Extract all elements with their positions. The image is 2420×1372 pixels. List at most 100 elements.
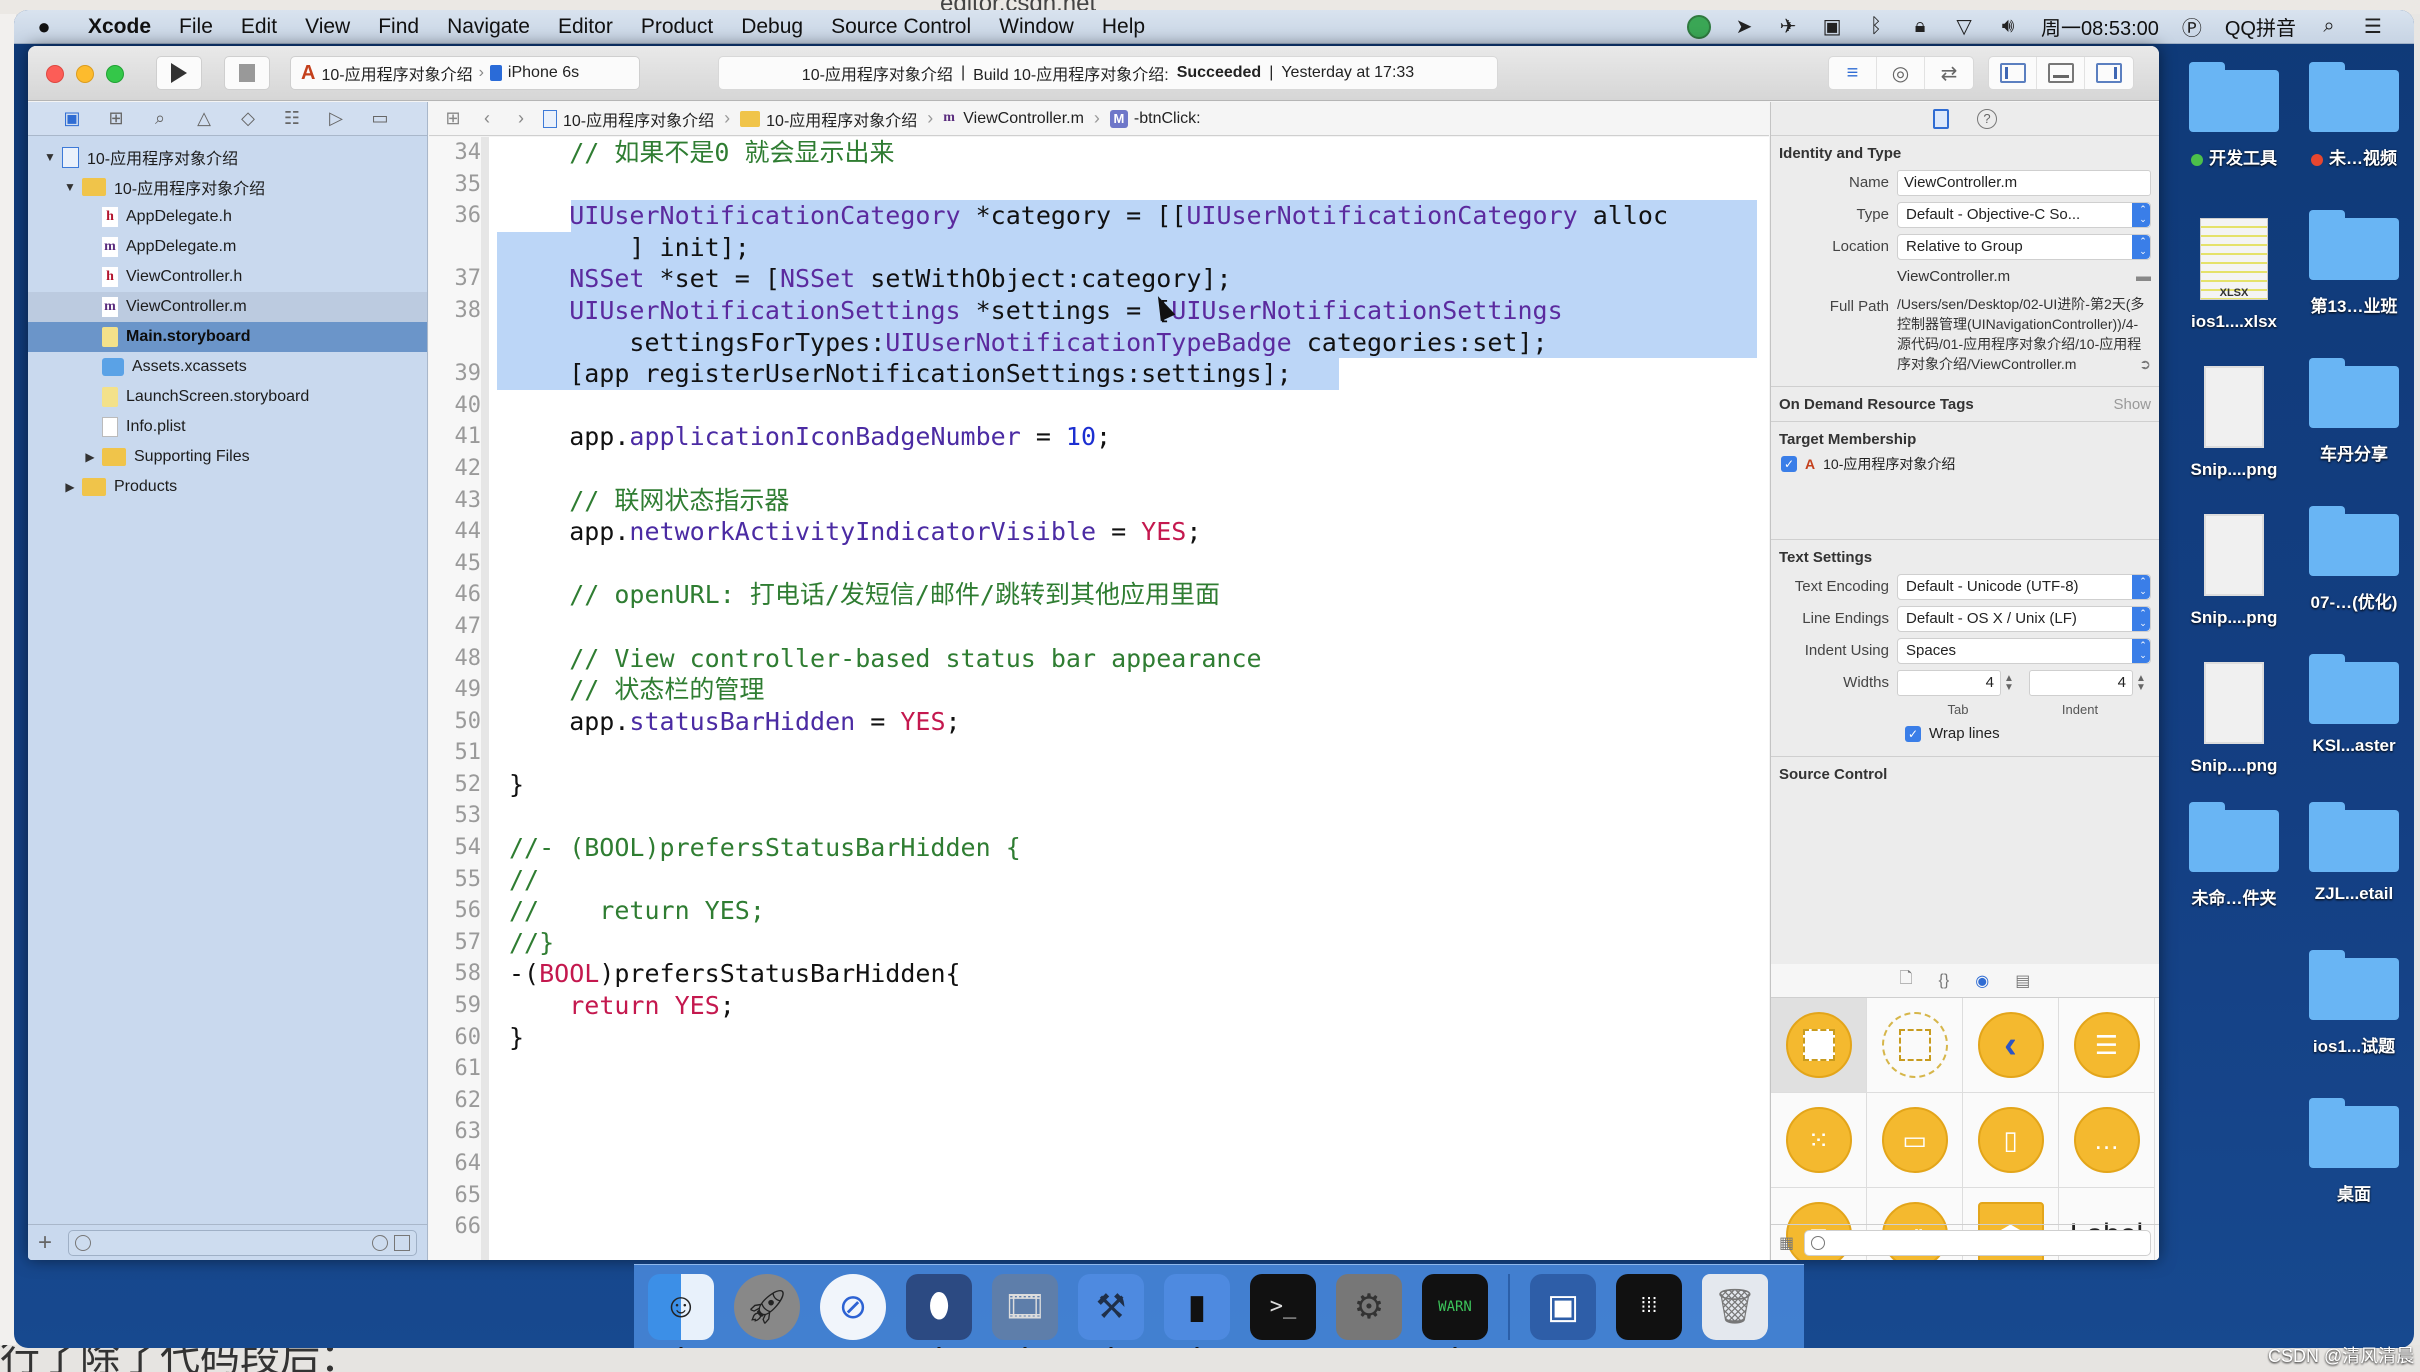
indent-using-select[interactable]: Spaces bbox=[1897, 638, 2151, 664]
desktop-item[interactable]: 第13…业班 bbox=[2294, 210, 2414, 317]
library-item-navigation-controller[interactable]: ‹ bbox=[1963, 998, 2059, 1093]
notification-center-icon[interactable]: ☰ bbox=[2362, 14, 2384, 39]
folder-icon[interactable]: ▣ bbox=[50, 108, 94, 129]
menu-file[interactable]: File bbox=[165, 15, 227, 39]
desktop-item[interactable]: 07-…(优化) bbox=[2294, 506, 2414, 613]
standard-editor-icon[interactable]: ≡ bbox=[1829, 57, 1877, 89]
version-editor-icon[interactable]: ⇄ bbox=[1925, 57, 1973, 89]
dock-system-preferences[interactable]: ⚙ bbox=[1336, 1273, 1402, 1340]
code-line[interactable]: ] init]; bbox=[429, 231, 1769, 264]
lock-icon[interactable]: 🔒︎ bbox=[1909, 15, 1931, 38]
disclosure-closed-icon[interactable]: ▶ bbox=[62, 480, 78, 494]
dock-safari[interactable]: ⊘ bbox=[820, 1273, 886, 1340]
grid-view-icon[interactable]: ▦ bbox=[1779, 1233, 1794, 1253]
wifi-icon[interactable]: ▽ bbox=[1953, 14, 1975, 39]
code-line[interactable]: 49 // 状态栏的管理 bbox=[429, 674, 1769, 706]
code-line[interactable]: 45 bbox=[429, 548, 1769, 580]
code-snippet-icon[interactable]: {} bbox=[1939, 972, 1950, 990]
tree-item[interactable]: LaunchScreen.storyboard bbox=[28, 382, 427, 412]
code-line[interactable]: 42 bbox=[429, 453, 1769, 485]
tree-item[interactable]: Info.plist bbox=[28, 412, 427, 442]
input-method-label[interactable]: QQ拼音 bbox=[2225, 12, 2296, 41]
type-select[interactable]: Default - Objective-C So... bbox=[1897, 202, 2151, 228]
encoding-select[interactable]: Default - Unicode (UTF-8) bbox=[1897, 574, 2151, 600]
input-method-icon[interactable]: Ⓟ bbox=[2181, 12, 2203, 41]
dock-applications-stack[interactable]: ⁞⁞⁞ bbox=[1616, 1273, 1682, 1340]
tree-item[interactable]: Assets.xcassets bbox=[28, 352, 427, 382]
code-line[interactable]: 44 app.networkActivityIndicatorVisible =… bbox=[429, 516, 1769, 548]
run-button[interactable] bbox=[156, 56, 202, 90]
apple-menu-icon[interactable]: ● bbox=[14, 14, 74, 40]
library-item-table-view-controller[interactable]: ☰ bbox=[2059, 998, 2155, 1093]
indent-width-field[interactable]: 4 bbox=[2029, 670, 2133, 696]
desktop-item[interactable]: XLSX ios1....xlsx bbox=[2174, 218, 2294, 332]
location-icon[interactable]: ➤ bbox=[1733, 14, 1755, 39]
desktop-item[interactable]: ios1...试题 bbox=[2294, 950, 2414, 1057]
tree-item[interactable]: m AppDelegate.m bbox=[28, 232, 427, 262]
desktop-item[interactable]: KSI...aster bbox=[2294, 654, 2414, 756]
code-line[interactable]: 53 bbox=[429, 800, 1769, 832]
tree-item[interactable]: h ViewController.h bbox=[28, 262, 427, 292]
code-line[interactable]: 46 // openURL: 打电话/发短信/邮件/跳转到其他应用里面 bbox=[429, 579, 1769, 611]
code-line[interactable]: 41 app.applicationIconBadgeNumber = 10; bbox=[429, 421, 1769, 453]
back-button[interactable]: ‹ bbox=[475, 108, 499, 129]
tree-item[interactable]: m ViewController.m bbox=[28, 292, 427, 322]
disclosure-closed-icon[interactable]: ▶ bbox=[82, 450, 98, 464]
tree-item[interactable]: ▼ 10-应用程序对象介绍 bbox=[28, 142, 427, 172]
stepper-arrows-icon[interactable]: ▲ ▼ bbox=[2135, 674, 2147, 693]
desktop-item[interactable]: ZJL...etail bbox=[2294, 802, 2414, 904]
breadcrumb-project[interactable]: 10-应用程序对象介绍 bbox=[543, 107, 714, 131]
quick-help-icon[interactable]: ? bbox=[1977, 108, 1997, 129]
code-line[interactable]: 34 // 如果不是0 就会显示出来 bbox=[429, 137, 1769, 169]
code-line[interactable]: 63 bbox=[429, 1116, 1769, 1148]
dock-finder[interactable]: ☺ bbox=[648, 1273, 714, 1348]
library-item-collection-view-controller[interactable]: ⁙ bbox=[1771, 1093, 1867, 1188]
reveal-in-finder-icon[interactable]: ➲ bbox=[2139, 354, 2151, 374]
code-line[interactable]: 36 UIUserNotificationCategory *category … bbox=[429, 200, 1769, 232]
code-line[interactable]: 56 // return YES; bbox=[429, 895, 1769, 927]
code-line[interactable]: settingsForTypes:UIUserNotificationTypeB… bbox=[429, 326, 1769, 359]
library-item-tab-bar-controller[interactable]: ▭ bbox=[1867, 1093, 1963, 1188]
code-line[interactable]: 35 bbox=[429, 169, 1769, 201]
assistant-editor-icon[interactable]: ◎ bbox=[1877, 57, 1925, 89]
minimize-window-button[interactable] bbox=[76, 65, 94, 83]
line-endings-select[interactable]: Default - OS X / Unix (LF) bbox=[1897, 606, 2151, 632]
navigator-filter-input[interactable] bbox=[68, 1229, 417, 1256]
code-line[interactable]: 37 NSSet *set = [NSSet setWithObject:cat… bbox=[429, 263, 1769, 295]
desktop-item[interactable]: Snip....png bbox=[2174, 366, 2294, 480]
desktop-item[interactable]: Snip....png bbox=[2174, 514, 2294, 628]
library-item-split-view-controller[interactable]: ▯ bbox=[1963, 1093, 2059, 1188]
tree-item[interactable]: Main.storyboard bbox=[28, 322, 427, 352]
desktop-item[interactable]: 未…视频 bbox=[2294, 62, 2414, 169]
tab-width-stepper[interactable]: 4 ▲ ▼ bbox=[1897, 670, 2015, 696]
desktop-item[interactable]: 桌面 bbox=[2294, 1098, 2414, 1205]
report-icon[interactable]: ▭ bbox=[358, 108, 402, 129]
airplane-icon[interactable]: ✈ bbox=[1777, 14, 1799, 39]
desktop-item[interactable]: 车丹分享 bbox=[2294, 358, 2414, 465]
code-line[interactable]: 48 // View controller-based status bar a… bbox=[429, 643, 1769, 675]
scheme-target[interactable]: 10-应用程序对象介绍 bbox=[321, 61, 472, 85]
dock-video-app[interactable]: 🎞︎ bbox=[992, 1273, 1058, 1348]
menu-find[interactable]: Find bbox=[364, 15, 433, 39]
media-library-icon[interactable]: ▤ bbox=[2015, 971, 2030, 991]
dock-simulator[interactable]: ▮ bbox=[1164, 1273, 1230, 1348]
code-line[interactable]: 52} bbox=[429, 769, 1769, 801]
menu-source-control[interactable]: Source Control bbox=[817, 15, 985, 39]
dock-terminal[interactable]: >_ bbox=[1250, 1273, 1316, 1340]
code-line[interactable]: 54 //- (BOOL)prefersStatusBarHidden { bbox=[429, 832, 1769, 864]
menu-debug[interactable]: Debug bbox=[727, 15, 817, 39]
breakpoint-icon[interactable]: ▷ bbox=[314, 108, 358, 129]
toggle-debug-area-button[interactable] bbox=[2037, 57, 2085, 89]
library-filter-input[interactable] bbox=[1804, 1229, 2151, 1256]
tree-item[interactable]: ▶ Products bbox=[28, 472, 427, 502]
desktop-item[interactable]: 未命…件夹 bbox=[2174, 802, 2294, 909]
menu-product[interactable]: Product bbox=[627, 15, 727, 39]
menu-window[interactable]: Window bbox=[985, 15, 1088, 39]
code-line[interactable]: 60} bbox=[429, 1022, 1769, 1054]
desktop-item[interactable]: 开发工具 bbox=[2174, 62, 2294, 169]
file-template-icon[interactable]: 🗋︎ bbox=[1900, 967, 1913, 994]
desktop-item[interactable]: Snip....png bbox=[2174, 662, 2294, 776]
code-line[interactable]: 43 // 联网状态指示器 bbox=[429, 485, 1769, 517]
code-line[interactable]: 59 return YES; bbox=[429, 990, 1769, 1022]
breadcrumb-group[interactable]: 10-应用程序对象介绍 bbox=[740, 107, 917, 131]
